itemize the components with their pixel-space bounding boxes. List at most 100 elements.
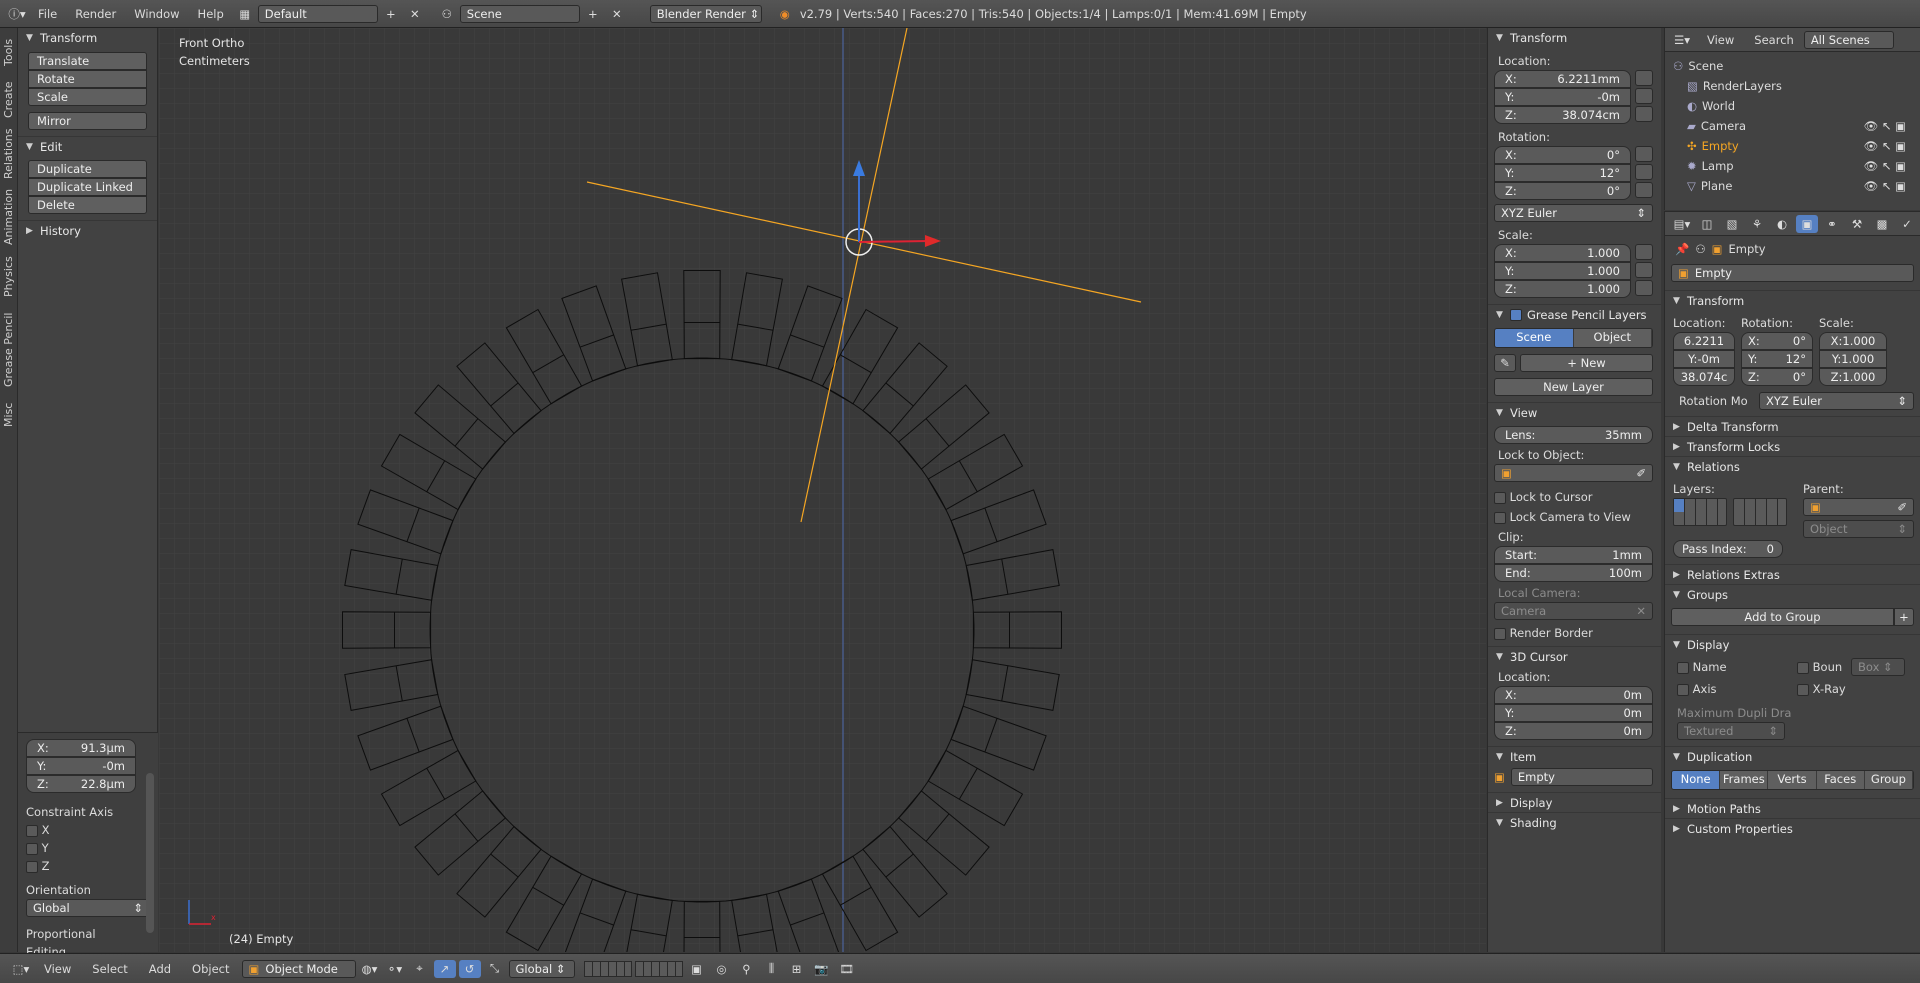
tab-tools[interactable]: Tools — [2, 34, 15, 70]
show-bounds-checkbox[interactable] — [1797, 661, 1809, 674]
tab-animation[interactable]: Animation — [2, 186, 15, 248]
show-axis-row[interactable]: Axis — [1677, 680, 1797, 698]
tab-misc[interactable]: Misc — [2, 400, 15, 430]
dup-verts-button[interactable]: Verts — [1768, 771, 1817, 789]
outliner-item-lamp[interactable]: ✹ Lamp 👁 ↖ ▣ — [1665, 156, 1920, 176]
tab-grease-pencil[interactable]: Grease Pencil — [2, 306, 15, 394]
scene-layers-right[interactable] — [634, 960, 683, 977]
render-border-checkbox[interactable] — [1494, 627, 1506, 640]
bounds-type-select[interactable]: Box ⇕ — [1851, 658, 1905, 676]
properties-editor-icon[interactable]: ▤▾ — [1671, 215, 1693, 233]
scene-layers-left[interactable] — [583, 960, 632, 977]
dup-faces-button[interactable]: Faces — [1816, 771, 1865, 789]
cursor-z-field[interactable]: Z: 0m — [1494, 722, 1653, 740]
visibility-icons[interactable]: 👁 ↖ ▣ — [1864, 136, 1920, 156]
duplicate-linked-button[interactable]: Duplicate Linked — [28, 178, 147, 196]
menu-window[interactable]: Window — [126, 0, 187, 28]
props-scale-x-field[interactable]: X:1.000 — [1819, 332, 1887, 350]
mirror-button[interactable]: Mirror — [28, 112, 147, 130]
outliner-editor-icon[interactable]: ☰▾ — [1671, 31, 1693, 49]
history-panel-header[interactable]: ▶ History — [18, 220, 157, 240]
world-tab-icon[interactable]: ◐ — [1771, 215, 1793, 233]
n-item-header[interactable]: ▼ Item — [1488, 746, 1661, 766]
lock-icon[interactable] — [1635, 262, 1653, 278]
redo-z-field[interactable]: Z: 22.8µm — [26, 775, 136, 793]
layer-grid[interactable] — [1673, 498, 1793, 526]
props-rotation-mode-select[interactable]: XYZ Euler ⇕ — [1759, 392, 1914, 410]
n-display-header[interactable]: ▶ Display — [1488, 792, 1661, 812]
motion-paths-header[interactable]: ▶ Motion Paths — [1665, 798, 1920, 818]
menu-view[interactable]: View — [35, 962, 80, 976]
orientation-select[interactable]: Global ⇕ — [26, 899, 150, 917]
show-bounds-row[interactable]: Boun — [1797, 658, 1851, 676]
n-transform-header[interactable]: ▼ Transform — [1488, 28, 1661, 48]
n-3d-cursor-header[interactable]: ▼ 3D Cursor — [1488, 646, 1661, 666]
remove-scene-icon[interactable]: ✕ — [606, 5, 628, 23]
n-scale-z-field[interactable]: Z: 1.000 — [1494, 280, 1631, 298]
edit-panel-header[interactable]: ▼ Edit — [18, 136, 157, 156]
menu-select[interactable]: Select — [83, 962, 136, 976]
lock-icon[interactable] — [1635, 164, 1653, 180]
redo-scrollbar[interactable] — [146, 773, 154, 933]
scene-icon[interactable]: ⚇ — [436, 5, 458, 23]
layer-block-left[interactable] — [1673, 498, 1727, 526]
3d-view-editor-icon[interactable]: ⬚▾ — [10, 960, 32, 978]
parent-field[interactable]: ▣ ✐ — [1803, 498, 1914, 516]
props-loc-x-field[interactable]: 6.2211 — [1673, 332, 1735, 350]
outliner-item-empty[interactable]: ✣ Empty 👁 ↖ ▣ — [1665, 136, 1920, 156]
modifiers-tab-icon[interactable]: ⚒ — [1846, 215, 1868, 233]
relations-header[interactable]: ▼ Relations — [1665, 456, 1920, 476]
layout-grid-icon[interactable]: ▦ — [234, 5, 256, 23]
clear-icon[interactable]: ✕ — [1636, 603, 1646, 619]
lock-icon[interactable] — [1635, 146, 1653, 162]
object-name-field[interactable]: ▣ Empty — [1671, 264, 1914, 282]
display-header[interactable]: ▼ Display — [1665, 634, 1920, 654]
delta-transform-header[interactable]: ▶ Delta Transform — [1665, 416, 1920, 436]
props-loc-z-field[interactable]: 38.074c — [1673, 368, 1735, 386]
snap-toggle-icon[interactable]: ⚲ — [736, 960, 758, 978]
n-loc-x-field[interactable]: X: 6.2211mm — [1494, 70, 1631, 88]
tab-create[interactable]: Create — [2, 78, 15, 122]
outliner-item-plane[interactable]: ▽ Plane 👁 ↖ ▣ — [1665, 176, 1920, 196]
lock-cursor-row[interactable]: Lock to Cursor — [1494, 488, 1653, 506]
clip-end-field[interactable]: End: 100m — [1494, 564, 1653, 582]
cursor-x-field[interactable]: X: 0m — [1494, 686, 1653, 704]
viewport-canvas[interactable]: x — [159, 28, 1486, 952]
parent-type-select[interactable]: Object ⇕ — [1803, 520, 1914, 538]
scale-manipulator-icon[interactable]: ⤡ — [484, 960, 506, 978]
n-grease-pencil-header[interactable]: ▼ Grease Pencil Layers — [1488, 304, 1661, 324]
props-loc-y-field[interactable]: Y: -0m — [1673, 350, 1735, 368]
render-opengl-icon[interactable]: 📷 — [811, 960, 833, 978]
rotate-button[interactable]: Rotate — [28, 70, 147, 88]
mode-select[interactable]: ▣ Object Mode — [241, 959, 356, 978]
props-rot-z-field[interactable]: Z: 0° — [1741, 368, 1813, 386]
menu-help[interactable]: Help — [190, 0, 232, 28]
lock-icon[interactable] — [1635, 106, 1653, 122]
render-border-row[interactable]: Render Border — [1494, 624, 1653, 642]
transform-panel-header[interactable]: ▼ Transform — [18, 28, 157, 48]
scale-button[interactable]: Scale — [28, 88, 147, 106]
show-axis-checkbox[interactable] — [1677, 683, 1689, 696]
add-scene-icon[interactable]: + — [582, 5, 604, 23]
pass-index-field[interactable]: Pass Index: 0 — [1673, 540, 1783, 558]
object-tab-icon[interactable]: ▣ — [1796, 214, 1818, 233]
gp-object-button[interactable]: Object — [1573, 329, 1652, 347]
lock-icon[interactable] — [1635, 280, 1653, 296]
n-shading-header[interactable]: ▼ Shading — [1488, 812, 1661, 832]
tab-physics[interactable]: Physics — [2, 254, 15, 300]
gizmo-x-axis[interactable] — [858, 240, 930, 243]
local-camera-field[interactable]: Camera ✕ — [1494, 602, 1653, 620]
eyedropper-icon[interactable]: ✐ — [1636, 465, 1646, 481]
constraint-z-checkbox[interactable] — [26, 860, 38, 873]
item-name-field[interactable]: Empty — [1510, 768, 1653, 786]
scene-field[interactable]: Scene — [459, 4, 580, 23]
outliner-menu-search[interactable]: Search — [1748, 33, 1800, 47]
dup-frames-button[interactable]: Frames — [1720, 771, 1769, 789]
render-engine-select[interactable]: Blender Render ⇕ — [649, 4, 762, 23]
show-name-row[interactable]: Name — [1677, 658, 1797, 676]
translate-button[interactable]: Translate — [28, 52, 147, 70]
relations-extras-header[interactable]: ▶ Relations Extras — [1665, 564, 1920, 584]
lock-icon[interactable] — [1635, 244, 1653, 260]
custom-properties-header[interactable]: ▶ Custom Properties — [1665, 818, 1920, 838]
props-rot-y-field[interactable]: Y: 12° — [1741, 350, 1813, 368]
